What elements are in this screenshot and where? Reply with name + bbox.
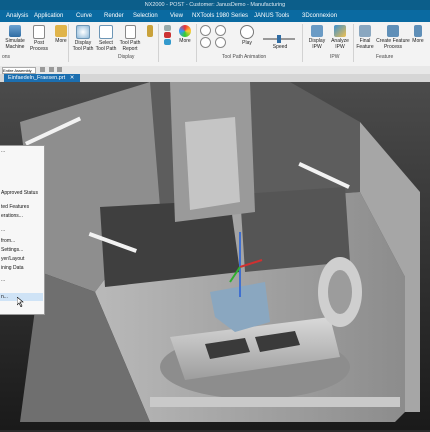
filter-select[interactable]: Entire Assembly	[2, 67, 36, 74]
selection-tools[interactable]	[40, 67, 100, 73]
context-menu-item[interactable]: ining Data	[1, 265, 24, 271]
feature-group-label: Feature	[376, 54, 394, 60]
select-path-icon	[99, 25, 113, 39]
more-icon	[55, 25, 67, 37]
context-menu-item[interactable]: ...	[1, 148, 5, 154]
speed-slider-thumb[interactable]	[277, 35, 281, 43]
tool-icon-button[interactable]	[143, 25, 157, 38]
menu-bar: Analysis Application Curve Render Select…	[0, 10, 430, 22]
group-separator	[196, 24, 197, 62]
menu-curve[interactable]: Curve	[76, 10, 92, 22]
group-separator	[302, 24, 303, 62]
play-icon	[240, 25, 254, 39]
menu-analysis[interactable]: Analysis	[6, 10, 28, 22]
step-icon	[199, 37, 211, 48]
tab-label: Einfaedeln_Fraesen.prt	[8, 75, 66, 81]
ipw-group-label: IPW	[330, 54, 340, 60]
group-separator	[158, 24, 159, 62]
context-menu-item[interactable]: ...	[1, 227, 5, 233]
spindle-housing	[185, 117, 240, 210]
analyze-icon	[334, 25, 346, 37]
rewind-icon	[199, 25, 211, 36]
display-group-label: Display	[118, 54, 135, 60]
menu-render[interactable]: Render	[104, 10, 124, 22]
end-icon	[214, 37, 226, 48]
menu-selection[interactable]: Selection	[133, 10, 158, 22]
play-label: Play	[242, 40, 252, 46]
tool-path-report-label: Tool Path Report	[119, 40, 141, 52]
menu-application[interactable]: Application	[34, 10, 63, 22]
display-tool-path-label: Display Tool Path	[72, 40, 94, 52]
small-icons-column	[160, 25, 174, 46]
simulate-machine-button[interactable]: Simulate Machine	[2, 25, 28, 50]
floor-ledge	[150, 397, 400, 407]
final-feature-button[interactable]: Final Feature	[352, 25, 378, 50]
process-icon	[387, 25, 399, 37]
ribbon: Simulate Machine Post Process More Displ…	[0, 22, 430, 67]
snap-icon[interactable]	[48, 67, 54, 72]
context-menu-item[interactable]: Approved Status	[1, 190, 38, 196]
simulate-icon	[9, 25, 21, 37]
tab-einfaedeln[interactable]: Einfaedeln_Fraesen.prt ✕	[4, 74, 81, 82]
graphics-viewport[interactable]: ... Approved Status ted Features eration…	[0, 82, 430, 430]
simulate-label: Simulate Machine	[5, 38, 25, 50]
more-icon	[414, 25, 422, 37]
operations-group-label: ons	[2, 54, 11, 60]
more-button-3[interactable]: More	[408, 25, 428, 44]
menu-view[interactable]: View	[170, 10, 183, 22]
context-menu-item[interactable]: ted Features	[1, 204, 29, 210]
feature-icon	[359, 25, 371, 37]
context-menu-selected-label: n...	[1, 294, 8, 300]
tool-icon[interactable]	[163, 32, 171, 38]
menu-3dconnexion[interactable]: 3Dconnexion	[302, 10, 337, 22]
more-button-2[interactable]: More	[174, 25, 196, 44]
tool-icon[interactable]	[163, 25, 171, 31]
tool-path-icon	[76, 25, 90, 39]
analyze-ipw-label: Analyze IPW	[331, 38, 349, 50]
step-forward-button[interactable]	[213, 25, 227, 49]
tool-path-report-button[interactable]: Tool Path Report	[116, 25, 144, 52]
mouse-cursor	[17, 297, 24, 307]
ipw-icon	[311, 25, 323, 37]
machine-model	[0, 82, 430, 430]
create-feature-process-button[interactable]: Create Feature Process	[376, 25, 410, 50]
document-tab-bar: Einfaedeln_Fraesen.prt ✕	[0, 74, 430, 82]
post-label: Post Process	[29, 40, 49, 52]
create-feature-process-label: Create Feature Process	[376, 38, 410, 50]
forward-icon	[214, 25, 226, 36]
window-title: NX2000 - POST - Customer: JanusDemo - Ma…	[0, 0, 430, 10]
report-icon	[124, 25, 136, 39]
menu-nxtools[interactable]: NXTools 1980 Series	[192, 10, 248, 22]
trunnion-hub	[328, 270, 352, 314]
wrench-icon	[147, 25, 153, 37]
context-menu-item[interactable]: erations...	[1, 213, 23, 219]
display-ipw-label: Display IPW	[308, 38, 326, 50]
analyze-ipw-button[interactable]: Analyze IPW	[327, 25, 353, 50]
group-separator	[68, 24, 69, 62]
context-menu-item[interactable]: yer/Layout	[1, 256, 24, 262]
tool-icon[interactable]	[163, 39, 171, 45]
post-icon	[33, 25, 45, 39]
play-button[interactable]: Play	[236, 25, 258, 46]
select-tool-path-label: Select Tool Path	[95, 40, 117, 52]
speed-label: Speed	[272, 44, 288, 50]
filter-icon[interactable]	[40, 67, 45, 72]
close-icon[interactable]: ✕	[70, 75, 75, 81]
context-menu-item[interactable]: from...	[1, 238, 15, 244]
more-label-1: More	[55, 38, 67, 44]
color-wheel-icon	[179, 25, 191, 37]
context-menu: ... Approved Status ted Features eration…	[0, 145, 45, 315]
select-icon[interactable]	[57, 67, 63, 72]
more-label-2: More	[179, 38, 191, 44]
final-feature-label: Final Feature	[356, 38, 374, 50]
more-label-3: More	[412, 38, 424, 44]
menu-janus-tools[interactable]: JANUS Tools	[254, 10, 289, 22]
context-menu-item[interactable]: ...	[1, 277, 5, 283]
step-back-button[interactable]	[198, 25, 212, 49]
context-menu-item[interactable]: Settings...	[1, 247, 23, 253]
animation-group-label: Tool Path Animation	[222, 54, 267, 60]
